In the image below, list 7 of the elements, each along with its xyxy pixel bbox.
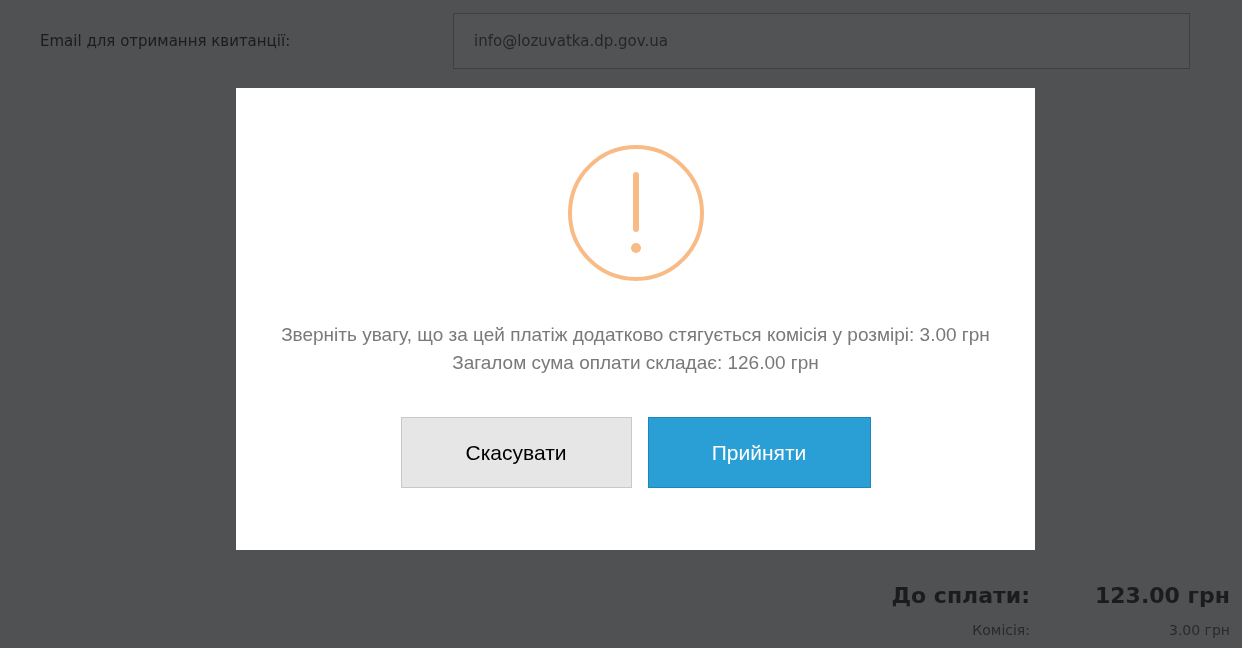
dialog-total: Загалом сума оплати складає: 126.00 грн xyxy=(452,351,819,375)
accept-button[interactable]: Прийняти xyxy=(647,417,871,488)
summary-label: До сплати: xyxy=(891,582,1030,610)
dialog-message: Зверніть увагу, що за цей платіж додатково стягується комісія у розмірі: 3.00 грн xyxy=(280,323,991,347)
summary-value: 123.00 грн xyxy=(1094,582,1230,610)
warning-icon xyxy=(566,144,705,282)
cancel-button[interactable]: Скасувати xyxy=(400,417,632,488)
